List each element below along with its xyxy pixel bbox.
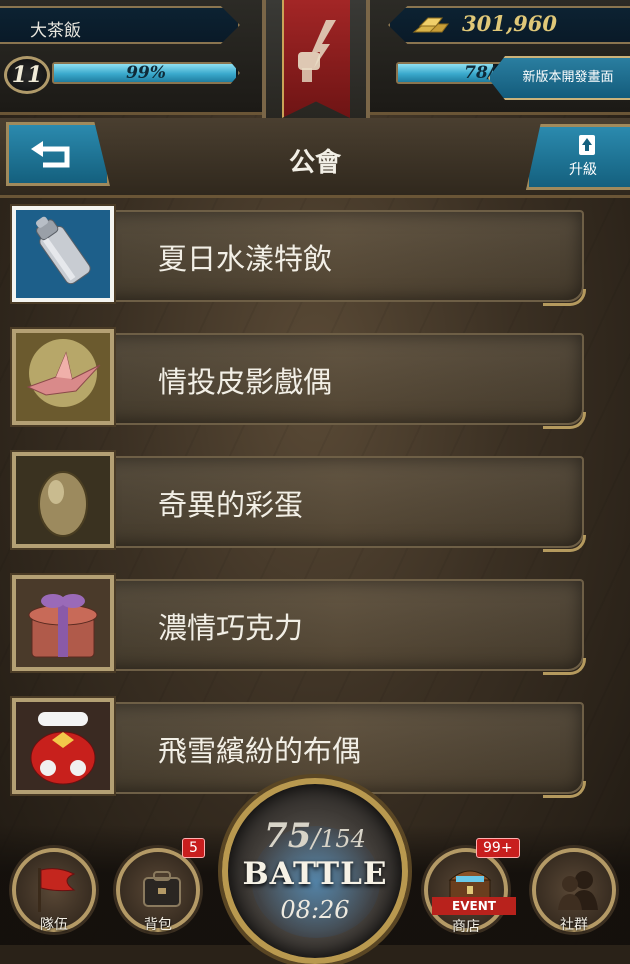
- guild-emblem: [262, 0, 370, 130]
- item-thumbnail: [12, 329, 114, 425]
- fist-lightning-icon: [298, 20, 336, 82]
- list-item[interactable]: 濃情巧克力: [0, 575, 630, 675]
- cocktail-shaker-icon: [16, 210, 110, 298]
- item-label: 情投皮影戲偶: [158, 365, 333, 399]
- battle-timer: 08:26: [280, 896, 350, 924]
- people-silhouette-icon: [558, 871, 598, 910]
- battle-stamina-max: 154: [320, 825, 366, 853]
- paper-crane-icon: [16, 333, 110, 421]
- golden-egg-icon: [16, 456, 110, 544]
- social-label: 社群: [560, 917, 588, 933]
- list-item[interactable]: 情投皮影戲偶: [0, 329, 630, 429]
- stamina-bar: 78/: [396, 62, 506, 84]
- item-thumbnail: [12, 698, 114, 794]
- item-label: 夏日水漾特飲: [158, 242, 333, 276]
- gift-box-icon: [16, 579, 110, 667]
- upgrade-label: 升級: [569, 162, 597, 178]
- shop-label: 商店: [452, 919, 480, 935]
- team-label: 隊伍: [40, 917, 68, 933]
- list-item[interactable]: 夏日水漾特飲: [0, 206, 630, 306]
- item-thumbnail: [12, 452, 114, 548]
- shop-badge: 99+: [476, 838, 520, 858]
- upgrade-arrow-icon: [579, 135, 595, 155]
- item-thumbnail: [12, 206, 114, 302]
- flag-icon: [38, 868, 76, 912]
- battle-stamina-current: 75: [264, 816, 312, 856]
- battle-label: BATTLE: [242, 856, 388, 892]
- upgrade-button[interactable]: 升級: [526, 124, 630, 190]
- item-label: 奇異的彩蛋: [158, 488, 304, 522]
- bag-badge: 5: [182, 838, 205, 858]
- exp-bar: 99%: [52, 62, 240, 84]
- gold-amount: 301,960: [462, 11, 557, 36]
- guild-banner: [282, 0, 350, 118]
- gold-bars-icon: [412, 17, 449, 33]
- battle-stamina: 75/154: [264, 816, 366, 856]
- item-label: 濃情巧克力: [158, 611, 304, 645]
- bag-label: 背包: [144, 917, 172, 933]
- stamina-text: 78/: [464, 63, 494, 83]
- exp-percent: 99%: [126, 63, 166, 83]
- santa-sack-icon: [16, 702, 110, 790]
- item-thumbnail: [12, 575, 114, 671]
- player-name-plate[interactable]: 大茶飯: [0, 6, 240, 44]
- player-name: 大茶飯: [30, 21, 81, 41]
- event-ribbon: EVENT: [432, 897, 516, 915]
- list-item[interactable]: 奇異的彩蛋: [0, 452, 630, 552]
- player-level-badge: 11: [4, 56, 50, 94]
- battle-button[interactable]: 75/154 BATTLE 08:26: [222, 778, 408, 964]
- new-version-button[interactable]: 新版本開發畫面: [488, 56, 630, 100]
- item-label: 飛雪繽紛的布偶: [158, 734, 362, 768]
- bag-icon: [143, 871, 181, 907]
